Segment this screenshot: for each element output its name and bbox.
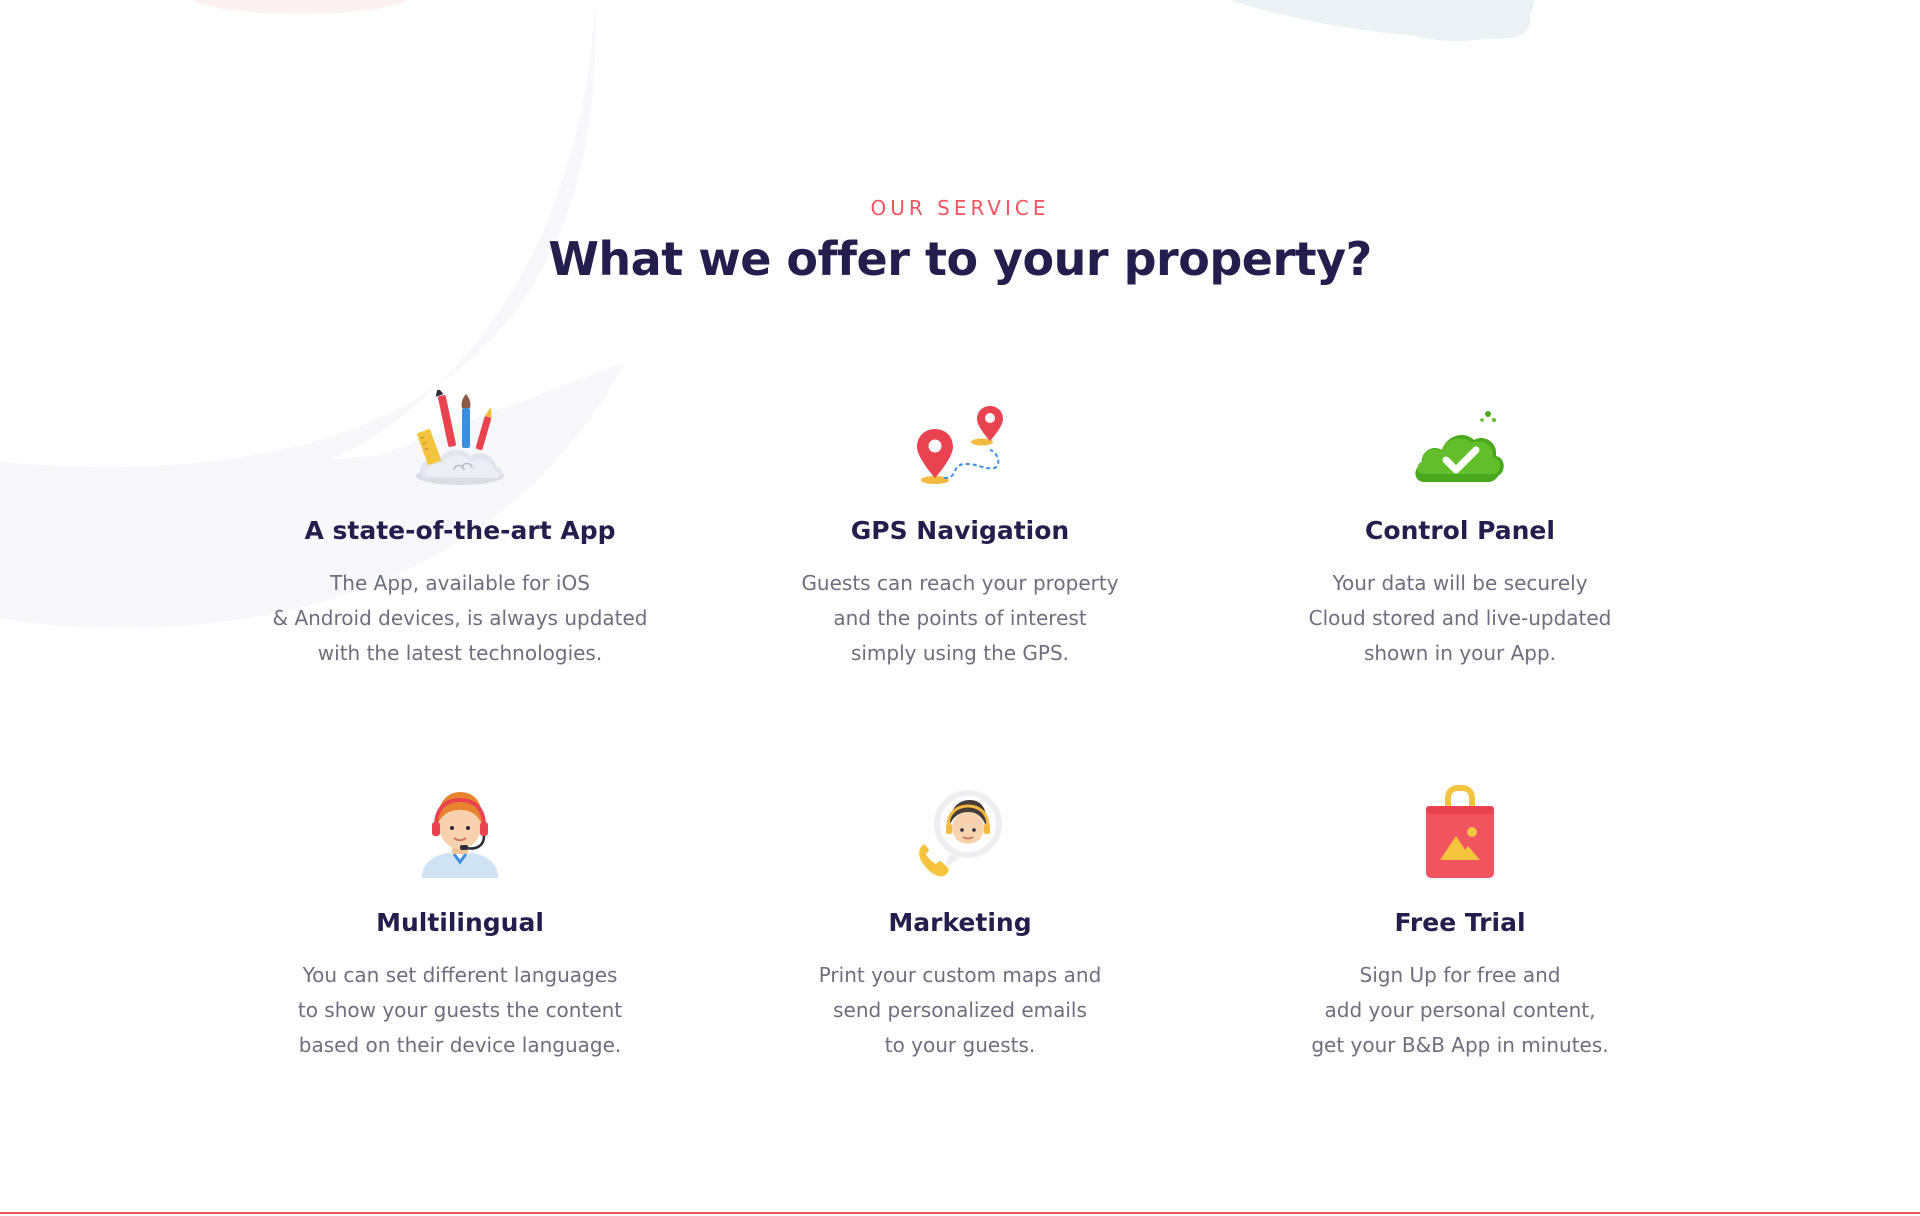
section-kicker: OUR SERVICE: [870, 196, 1050, 220]
call-agent-icon: [910, 782, 1010, 882]
service-description: You can set different languages to show …: [297, 963, 623, 1057]
shopping-bag-icon: [1410, 782, 1510, 882]
service-title: GPS Navigation: [850, 516, 1070, 545]
service-description: The App, available for iOS & Android dev…: [272, 571, 648, 665]
cloud-check-icon: [1410, 390, 1510, 490]
service-title: Control Panel: [1365, 516, 1555, 545]
service-description: Print your custom maps and send personal…: [818, 963, 1102, 1057]
service-title: Free Trial: [1394, 908, 1526, 937]
section-divider: [0, 1212, 1920, 1214]
service-title: A state-of-the-art App: [304, 516, 616, 545]
map-pins-route-icon: [910, 390, 1010, 490]
art-tools-icon: [410, 390, 510, 490]
service-description: Sign Up for free and add your personal c…: [1311, 963, 1609, 1057]
service-title: Marketing: [888, 908, 1032, 937]
background-pink-blob: [192, 0, 408, 14]
service-description: Your data will be securely Cloud stored …: [1308, 571, 1612, 665]
support-agent-icon: [410, 782, 510, 882]
service-description: Guests can reach your property and the p…: [801, 571, 1119, 665]
service-title: Multilingual: [376, 908, 544, 937]
section-title: What we offer to your property?: [548, 232, 1372, 286]
